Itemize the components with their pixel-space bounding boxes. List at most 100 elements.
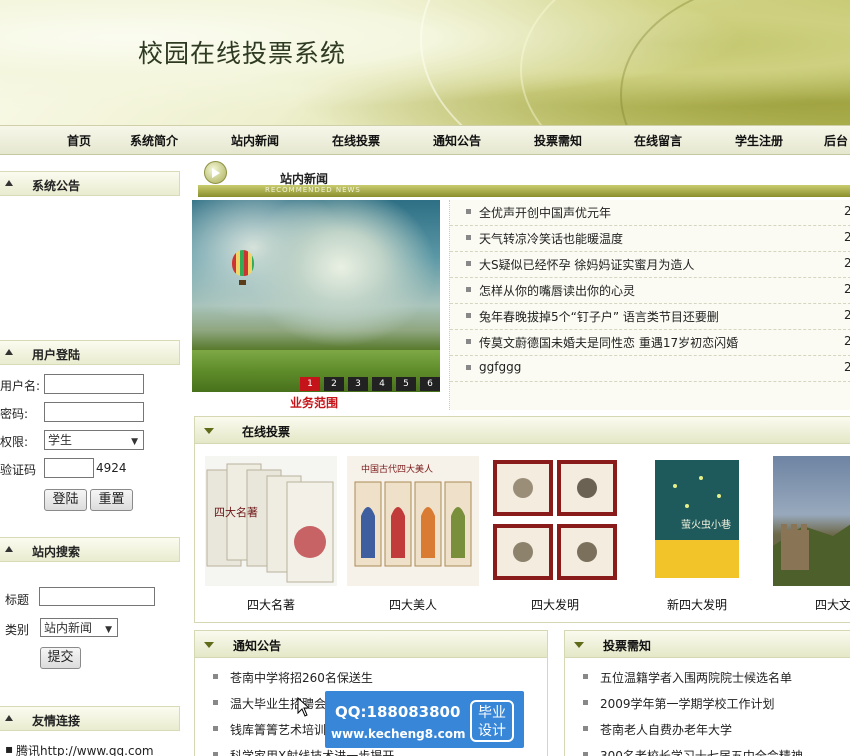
bullet-icon: [213, 674, 218, 679]
rules-item-title[interactable]: 300名老校长学习十七届五中全会精神: [600, 747, 803, 756]
news-row-title[interactable]: ggfggg: [479, 360, 521, 374]
notice-item-title[interactable]: 科学家用X射线技术进一步揭开: [230, 747, 394, 756]
news-row[interactable]: 大S疑似已经怀孕 徐妈妈证实蜜月为造人 2: [450, 252, 850, 278]
site-title: 校园在线投票系统: [138, 39, 347, 68]
bullet-icon: [466, 209, 471, 214]
news-row-title[interactable]: 全优声开创中国声优元年: [479, 204, 611, 221]
username-label: 用户名:: [0, 379, 41, 393]
watermark-qq: QQ:188083800: [335, 703, 461, 721]
voting-rules-panel: 投票需知 五位温籍学者入围两院院士候选名单 2009学年第一学期学校工作计划 苍…: [564, 630, 850, 756]
slide-page-5[interactable]: 5: [396, 377, 416, 391]
username-input[interactable]: [44, 374, 144, 394]
left-sidebar: 系统公告 用户登陆 用户名: 密码: 权限: 学生 ▼ 验证码 4924 登陆 …: [0, 155, 186, 756]
news-slideshow-image[interactable]: [192, 200, 440, 392]
vote-item-label[interactable]: 新四大发明: [631, 596, 763, 613]
password-input[interactable]: [44, 402, 144, 422]
news-row-title[interactable]: 天气转凉冷笑话也能暖温度: [479, 230, 623, 247]
vote-item-image[interactable]: 萤火虫小巷: [631, 456, 763, 586]
vote-item-label[interactable]: 四大美人: [347, 596, 479, 613]
vote-item-image-text: 四大名著: [214, 505, 258, 519]
vote-item-label[interactable]: 四大发明: [489, 596, 621, 613]
bullet-icon: [583, 726, 588, 731]
slide-page-2[interactable]: 2: [324, 377, 344, 391]
chevron-down-icon: ▼: [105, 625, 112, 635]
list-item[interactable]: 苍南老人自费办老年大学: [565, 717, 850, 743]
news-subtitle: RECOMMENDED NEWS: [265, 186, 361, 194]
news-row[interactable]: 全优声开创中国声优元年 2: [450, 200, 850, 226]
notice-item-title[interactable]: 钱库箐箐艺术培训: [230, 721, 326, 738]
friend-link[interactable]: 腾讯http://www.qq.com: [16, 742, 154, 756]
nav-item-home[interactable]: 首页: [67, 126, 91, 156]
captcha-input[interactable]: [44, 458, 94, 478]
nav-item-intro[interactable]: 系统简介: [130, 126, 178, 156]
header-banner: 校园在线投票系统: [0, 0, 850, 125]
vote-item-image[interactable]: [489, 456, 621, 586]
news-header-bar: RECOMMENDED NEWS: [198, 185, 850, 197]
notice-item-title[interactable]: 苍南中学将招260名保送生: [230, 669, 373, 686]
notice-item-title[interactable]: 温大毕业生招聘会: [230, 695, 326, 712]
search-submit-button[interactable]: 提交: [40, 647, 81, 669]
vote-item-label[interactable]: 四大名著: [205, 596, 337, 613]
login-button[interactable]: 登陆: [44, 489, 87, 511]
nav-item-admin[interactable]: 后台: [824, 126, 848, 156]
news-row[interactable]: ggfggg 2: [450, 356, 850, 382]
vote-item[interactable]: 四大发明: [489, 456, 621, 612]
search-title-input[interactable]: [39, 587, 155, 606]
rules-item-title[interactable]: 2009学年第一学期学校工作计划: [600, 695, 775, 712]
news-row[interactable]: 传莫文蔚德国未婚夫是同性恋 重遇17岁初恋闪婚 2: [450, 330, 850, 356]
collapse-triangle-icon: [5, 349, 13, 355]
search-header: 站内搜索: [0, 537, 180, 562]
vote-panel: 在线投票 四大名著 四大名著 中国古代四大美人 四大美人 四大发明 萤火虫小巷 …: [194, 416, 850, 623]
nav-item-notice[interactable]: 通知公告: [433, 126, 481, 156]
balloon-basket: [239, 280, 246, 285]
nav-item-vote[interactable]: 在线投票: [332, 126, 380, 156]
news-row-date: 2: [844, 360, 850, 374]
slide-page-3[interactable]: 3: [348, 377, 368, 391]
slide-caption[interactable]: 业务范围: [290, 394, 338, 411]
vote-item[interactable]: 四大名著 四大名著: [205, 456, 337, 612]
vote-item[interactable]: 中国古代四大美人 四大美人: [347, 456, 479, 612]
nav-item-rules[interactable]: 投票需知: [534, 126, 582, 156]
vote-item-image[interactable]: 中国古代四大美人: [347, 456, 479, 586]
list-item[interactable]: 2009学年第一学期学校工作计划: [565, 691, 850, 717]
nav-item-message[interactable]: 在线留言: [634, 126, 682, 156]
announcement-header: 系统公告: [0, 171, 180, 196]
news-row-title[interactable]: 怎样从你的嘴唇读出你的心灵: [479, 282, 635, 299]
bullet-icon: [466, 365, 471, 370]
bullet-icon: [213, 726, 218, 731]
news-row-title[interactable]: 传莫文蔚德国未婚夫是同性恋 重遇17岁初恋闪婚: [479, 334, 738, 351]
vote-item[interactable]: 四大文明: [773, 456, 850, 612]
list-item[interactable]: 300名老校长学习十七届五中全会精神: [565, 743, 850, 756]
vote-panel-title: 在线投票: [242, 425, 291, 439]
rules-item-title[interactable]: 苍南老人自费办老年大学: [600, 721, 732, 738]
list-item[interactable]: 苍南中学将招260名保送生: [195, 665, 547, 691]
reset-button[interactable]: 重置: [90, 489, 133, 511]
vote-item-image[interactable]: 四大名著: [205, 456, 337, 586]
list-item[interactable]: 五位温籍学者入围两院院士候选名单: [565, 665, 850, 691]
bullet-icon: [583, 700, 588, 705]
bullet-icon: [466, 261, 471, 266]
watermark-badge-line1: 毕业: [478, 705, 506, 721]
news-row-date: 2: [844, 204, 850, 218]
news-row[interactable]: 怎样从你的嘴唇读出你的心灵 2: [450, 278, 850, 304]
search-category-select[interactable]: 站内新闻 ▼: [40, 618, 118, 637]
news-row-title[interactable]: 兔年春晚拔掉5个“钉子户” 语言类节目还要删: [479, 308, 719, 325]
news-row[interactable]: 兔年春晚拔掉5个“钉子户” 语言类节目还要删 2: [450, 304, 850, 330]
voting-rules-panel-title: 投票需知: [603, 639, 652, 653]
nav-item-news[interactable]: 站内新闻: [231, 126, 279, 156]
vote-item[interactable]: 萤火虫小巷 新四大发明: [631, 456, 763, 612]
role-select[interactable]: 学生 ▼: [44, 430, 144, 450]
slide-page-6[interactable]: 6: [420, 377, 440, 391]
slide-page-4[interactable]: 4: [372, 377, 392, 391]
news-row-title[interactable]: 大S疑似已经怀孕 徐妈妈证实蜜月为造人: [479, 256, 694, 273]
captcha-code: 4924: [96, 461, 127, 475]
links-title: 友情连接: [32, 714, 81, 728]
vote-item-label[interactable]: 四大文明: [773, 596, 850, 613]
role-select-value: 学生: [48, 433, 73, 447]
rules-item-title[interactable]: 五位温籍学者入围两院院士候选名单: [600, 669, 792, 686]
vote-item-image[interactable]: [773, 456, 850, 586]
news-row[interactable]: 天气转凉冷笑话也能暖温度 2: [450, 226, 850, 252]
bullet-icon: [213, 752, 218, 756]
slide-page-1[interactable]: 1: [300, 377, 320, 391]
nav-item-register[interactable]: 学生注册: [735, 126, 783, 156]
